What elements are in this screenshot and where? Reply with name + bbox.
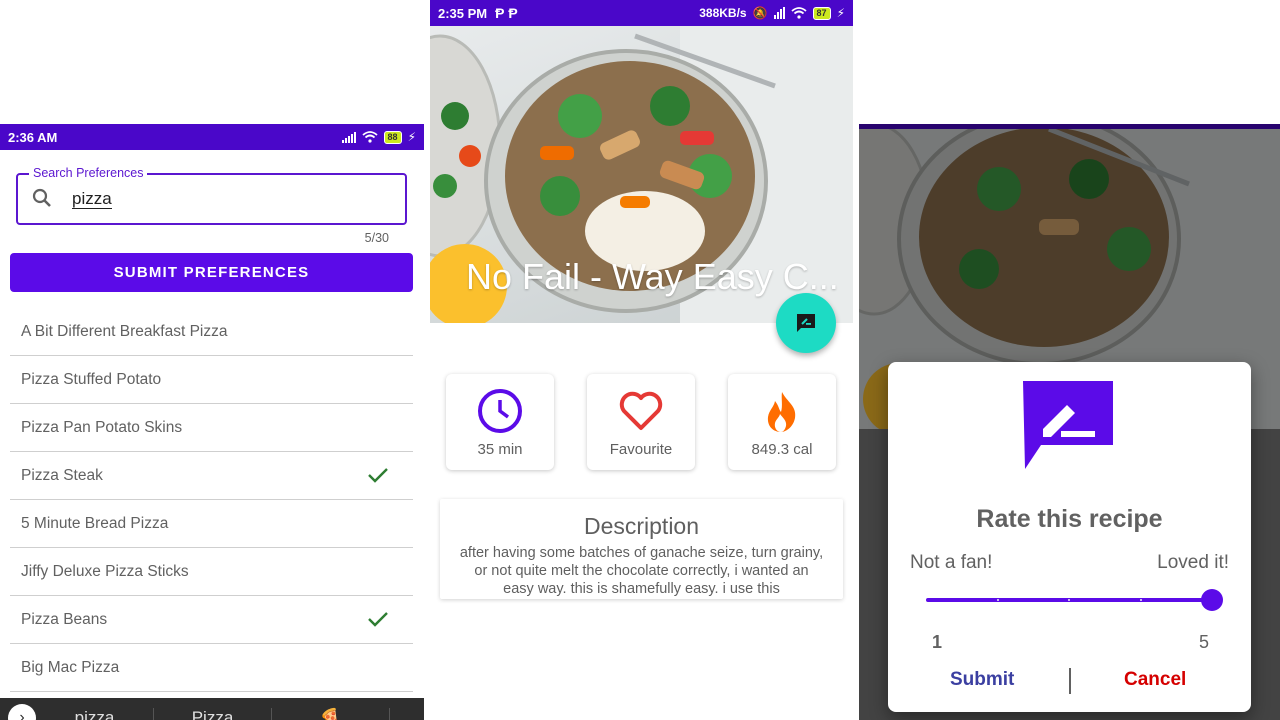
battery-icon: 87	[812, 6, 831, 20]
recipe-name: Pizza Steak	[21, 466, 103, 484]
rate-recipe-button[interactable]	[776, 293, 836, 353]
recipe-name: Pizza Beans	[21, 610, 108, 628]
slider-tick	[1068, 599, 1070, 601]
rating-slider[interactable]	[926, 586, 1226, 616]
signal-icon	[773, 7, 785, 19]
favourite-card[interactable]: Favourite	[587, 374, 695, 470]
wifi-icon	[361, 131, 378, 143]
cook-time-value: 35 min	[477, 441, 523, 458]
status-bar: 2:36 AM 88 ⚡	[0, 124, 424, 150]
slider-thumb[interactable]	[1201, 589, 1223, 611]
recipe-name: 5 Minute Bread Pizza	[21, 514, 169, 532]
rate-review-icon	[797, 314, 815, 332]
description-text: after having some batches of ganache sei…	[459, 545, 824, 597]
recipe-list: A Bit Different Breakfast Pizza Pizza Stu…	[10, 308, 413, 692]
slider-tick	[996, 599, 999, 601]
cancel-button[interactable]: Cancel	[1124, 669, 1186, 691]
charging-icon: ⚡	[407, 130, 416, 144]
keyboard-expand-icon[interactable]: ›	[8, 704, 36, 720]
list-item[interactable]: A Bit Different Breakfast Pizza	[10, 308, 413, 356]
heart-icon	[619, 391, 663, 430]
description-card: Description after having some batches of…	[440, 499, 843, 599]
search-preferences-screen: 2:36 AM 88 ⚡ Search Preferences pizza 5/…	[0, 124, 424, 720]
list-item[interactable]: Jiffy Deluxe Pizza Sticks	[10, 548, 413, 596]
p-notification-icon: Ᵽ Ᵽ	[495, 5, 518, 21]
pizza-emoji-icon[interactable]: 🍕	[272, 708, 390, 720]
dialog-title: Rate this recipe	[976, 505, 1163, 533]
recipe-detail-screen: 2:35 PM Ᵽ Ᵽ 388KB/s 🔕 87 ⚡ No Fail - Way…	[430, 0, 853, 720]
favourite-label: Favourite	[609, 441, 673, 458]
list-item[interactable]: Pizza Stuffed Potato	[10, 356, 413, 404]
search-value[interactable]: pizza	[72, 190, 112, 209]
cook-time-card: 35 min	[446, 374, 554, 470]
status-bar: 2:35 PM Ᵽ Ᵽ 388KB/s 🔕 87 ⚡	[430, 0, 853, 26]
check-icon	[368, 468, 388, 483]
keyboard-suggestion-bar: › pizza Pizza 🍕	[0, 698, 424, 720]
description-title: Description	[583, 513, 700, 539]
check-icon	[368, 612, 388, 627]
search-label: Search Preferences	[29, 166, 148, 180]
flame-icon	[767, 392, 796, 432]
calories-card: 849.3 cal	[728, 374, 836, 470]
recipe-name: A Bit Different Breakfast Pizza	[21, 322, 228, 340]
search-icon	[32, 188, 51, 207]
recipe-name: Big Mac Pizza	[21, 658, 120, 676]
wifi-icon	[790, 7, 807, 19]
recipe-name: Jiffy Deluxe Pizza Sticks	[21, 562, 189, 580]
rating-max-value: 5	[1198, 632, 1209, 652]
submit-preferences-button[interactable]: SUBMIT PREFERENCES	[10, 253, 413, 292]
charging-icon: ⚡	[836, 6, 845, 20]
calories-value: 849.3 cal	[751, 441, 813, 458]
recipe-name: Pizza Stuffed Potato	[21, 370, 162, 388]
submit-rating-button[interactable]: Submit	[950, 669, 1014, 691]
list-item[interactable]: Pizza Pan Potato Skins	[10, 404, 413, 452]
recipe-name: Pizza Pan Potato Skins	[21, 418, 183, 436]
recipe-image: No Fail - Way Easy C...	[430, 26, 853, 323]
list-item[interactable]: 5 Minute Bread Pizza	[10, 500, 413, 548]
button-divider	[1069, 668, 1071, 694]
list-item[interactable]: Pizza Steak	[10, 452, 413, 500]
signal-icon	[341, 131, 356, 143]
slider-tick	[1139, 599, 1142, 601]
list-item[interactable]: Pizza Beans	[10, 596, 413, 644]
silent-icon: 🔕	[752, 6, 768, 20]
status-time: 2:35 PM	[438, 5, 488, 21]
rate-review-icon	[1023, 381, 1113, 469]
network-speed: 388KB/s	[699, 6, 747, 20]
recipe-title: No Fail - Way Easy C...	[466, 256, 839, 297]
rating-max-label: Loved it!	[1157, 552, 1229, 573]
character-counter: 5/30	[364, 231, 389, 245]
battery-icon: 88	[383, 130, 402, 144]
status-time: 2:36 AM	[8, 129, 58, 145]
rate-recipe-screen: Rate this recipe Not a fan! Loved it! 1 …	[859, 124, 1280, 720]
list-item[interactable]: Big Mac Pizza	[10, 644, 413, 692]
rating-dialog: Rate this recipe Not a fan! Loved it! 1 …	[888, 362, 1251, 712]
rating-min-label: Not a fan!	[910, 552, 993, 573]
rating-min-value: 1	[932, 632, 943, 652]
clock-icon	[478, 389, 522, 433]
keyboard-suggestion[interactable]: pizza	[36, 708, 154, 720]
keyboard-suggestion[interactable]: Pizza	[154, 708, 272, 720]
